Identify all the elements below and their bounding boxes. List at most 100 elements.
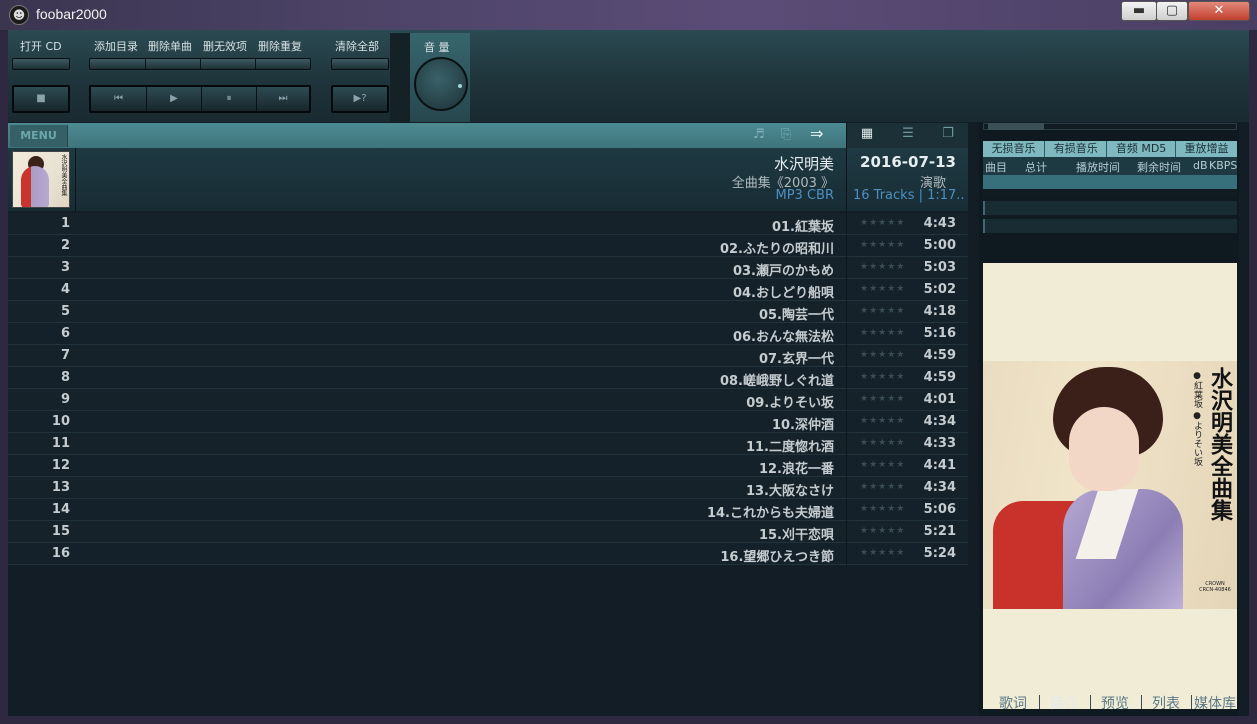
tag-lossy[interactable]: 有损音乐 (1045, 141, 1108, 157)
right-panel: 无损音乐 有损音乐 音频 MD5 重放增益 曲目 总计 播放时间 剩余时间 dB… (979, 123, 1239, 716)
info-spacer (983, 189, 1237, 197)
open-cd-label: 打开 CD (20, 40, 62, 53)
track-title: 16.望郷ひえつき節 (720, 550, 834, 565)
seek-handle[interactable] (988, 123, 1044, 130)
music-note-icon[interactable]: ♬ (753, 127, 765, 142)
remove-dupes-button[interactable] (256, 59, 310, 69)
track-row[interactable]: 1 01.紅葉坂 ★★★★★ 4:43 (8, 213, 968, 235)
track-rating[interactable]: ★★★★★ (860, 548, 905, 558)
cover-title: 水沢明美全曲集 (1207, 367, 1233, 521)
playlist-ops-bar (89, 58, 311, 70)
album-separator (75, 148, 76, 211)
tab-separator (1191, 695, 1192, 709)
track-rating[interactable]: ★★★★★ (860, 372, 905, 382)
album-track-summary: 16 Tracks | 1:17... (853, 188, 965, 203)
export-icon[interactable]: ⎘ (781, 127, 791, 142)
track-rating[interactable]: ★★★★★ (860, 394, 905, 404)
close-button[interactable]: ✕ (1188, 1, 1250, 21)
volume-panel: 音 量 (410, 33, 470, 122)
list-view-icon[interactable]: ☰ (888, 126, 928, 146)
playlist-ops-group: 添加目录 删除单曲 删无效项 删除重复 ⏮ ▶ ⏸ ⏭ (89, 33, 313, 121)
track-row[interactable]: 9 09.よりそい坂 ★★★★★ 4:01 (8, 389, 968, 411)
arrow-right-icon[interactable]: ⇒ (810, 124, 823, 143)
track-row[interactable]: 5 05.陶芸一代 ★★★★★ 4:18 (8, 301, 968, 323)
clear-all-button[interactable] (331, 58, 389, 70)
tab-separator (1090, 695, 1091, 709)
track-rating[interactable]: ★★★★★ (860, 482, 905, 492)
track-rating[interactable]: ★★★★★ (860, 416, 905, 426)
seek-bar[interactable] (983, 123, 1237, 130)
track-row[interactable]: 12 12.浪花一番 ★★★★★ 4:41 (8, 455, 968, 477)
track-rating[interactable]: ★★★★★ (860, 284, 905, 294)
foobar-icon[interactable]: ☻ (9, 5, 29, 25)
stop-icon: ■ (36, 93, 46, 104)
track-rating[interactable]: ★★★★★ (860, 328, 905, 338)
album-header[interactable]: 水沢明美全曲集 水沢明美 全曲集《2003 》 MP3 CBR (8, 148, 846, 211)
track-number: 15 (51, 524, 70, 539)
add-folder-button[interactable] (90, 59, 146, 69)
tag-md5[interactable]: 音频 MD5 (1107, 141, 1176, 157)
open-cd-group: 打开 CD ■ (12, 33, 70, 121)
track-number: 8 (60, 370, 70, 385)
minimize-button[interactable]: ▬ (1121, 1, 1157, 21)
remove-dead-label: 删无效项 (203, 40, 247, 53)
tab-intro[interactable]: 简介 (1050, 693, 1078, 713)
track-row[interactable]: 7 07.玄界一代 ★★★★★ 4:59 (8, 345, 968, 367)
volume-indicator (458, 84, 462, 88)
track-row[interactable]: 15 15.刈干恋唄 ★★★★★ 5:21 (8, 521, 968, 543)
track-title: 10.深仲酒 (771, 418, 834, 433)
track-row[interactable]: 13 13.大阪なさけ ★★★★★ 4:34 (8, 477, 968, 499)
track-rating[interactable]: ★★★★★ (860, 526, 905, 536)
track-rating[interactable]: ★★★★★ (860, 306, 905, 316)
track-rating[interactable]: ★★★★★ (860, 504, 905, 514)
track-rating[interactable]: ★★★★★ (860, 218, 905, 228)
track-row[interactable]: 14 14.これからも夫婦道 ★★★★★ 5:06 (8, 499, 968, 521)
track-row[interactable]: 3 03.瀬戸のかもめ ★★★★★ 5:03 (8, 257, 968, 279)
tab-media-library[interactable]: 媒体库 (1194, 693, 1236, 713)
clear-all-group: 清除全部 ▶? (331, 33, 389, 121)
info-header: 曲目 总计 播放时间 剩余时间 dB KBPS (983, 157, 1237, 175)
window-icon[interactable]: ❐ (928, 126, 968, 146)
volume-knob[interactable] (414, 57, 468, 111)
random-icon: ▶? (353, 93, 367, 104)
info-col-playtime: 播放时间 (1076, 161, 1120, 174)
stop-button[interactable]: ■ (12, 85, 70, 113)
open-cd-button[interactable] (12, 58, 70, 70)
track-rating[interactable]: ★★★★★ (860, 350, 905, 360)
track-duration: 4:18 (923, 304, 956, 319)
tab-lyrics[interactable]: 歌词 (999, 693, 1027, 713)
remove-dead-button[interactable] (201, 59, 256, 69)
tab-list[interactable]: 列表 (1152, 693, 1180, 713)
maximize-button[interactable]: ▢ (1156, 1, 1188, 21)
tab-separator (1141, 695, 1142, 709)
track-row[interactable]: 8 08.嵯峨野しぐれ道 ★★★★★ 4:59 (8, 367, 968, 389)
playlist-toolbar: MENU ♬ ⎘ ⇒ (8, 123, 846, 148)
menu-button[interactable]: MENU (10, 125, 68, 147)
tag-replaygain[interactable]: 重放增益 (1176, 141, 1237, 157)
track-row[interactable]: 4 04.おしどり船唄 ★★★★★ 5:02 (8, 279, 968, 301)
thumbnail-cover-text: 水沢明美全曲集 (60, 154, 67, 196)
tab-preview[interactable]: 预览 (1101, 693, 1129, 713)
track-row[interactable]: 16 16.望郷ひえつき節 ★★★★★ 5:24 (8, 543, 968, 565)
track-title: 11.二度惚れ酒 (745, 440, 834, 455)
track-duration: 4:34 (923, 480, 956, 495)
next-icon[interactable]: ⏭ (257, 87, 309, 111)
track-rating[interactable]: ★★★★★ (860, 438, 905, 448)
view-switcher: ▦ ☰ ❐ (846, 123, 968, 148)
track-row[interactable]: 2 02.ふたりの昭和川 ★★★★★ 5:00 (8, 235, 968, 257)
track-row[interactable]: 6 06.おんな無法松 ★★★★★ 5:16 (8, 323, 968, 345)
track-row[interactable]: 11 11.二度惚れ酒 ★★★★★ 4:33 (8, 433, 968, 455)
play-icon[interactable]: ▶ (147, 87, 202, 111)
track-duration: 5:24 (923, 546, 956, 561)
pause-icon[interactable]: ⏸ (202, 87, 257, 111)
track-rating[interactable]: ★★★★★ (860, 240, 905, 250)
track-rating[interactable]: ★★★★★ (860, 460, 905, 470)
remove-track-button[interactable] (146, 59, 201, 69)
track-rating[interactable]: ★★★★★ (860, 262, 905, 272)
previous-icon[interactable]: ⏮ (91, 87, 147, 111)
tag-lossless[interactable]: 无损音乐 (983, 141, 1046, 157)
random-button[interactable]: ▶? (331, 85, 389, 113)
track-row[interactable]: 10 10.深仲酒 ★★★★★ 4:34 (8, 411, 968, 433)
grid-view-icon[interactable]: ▦ (847, 126, 887, 146)
album-format: MP3 CBR (775, 188, 835, 203)
